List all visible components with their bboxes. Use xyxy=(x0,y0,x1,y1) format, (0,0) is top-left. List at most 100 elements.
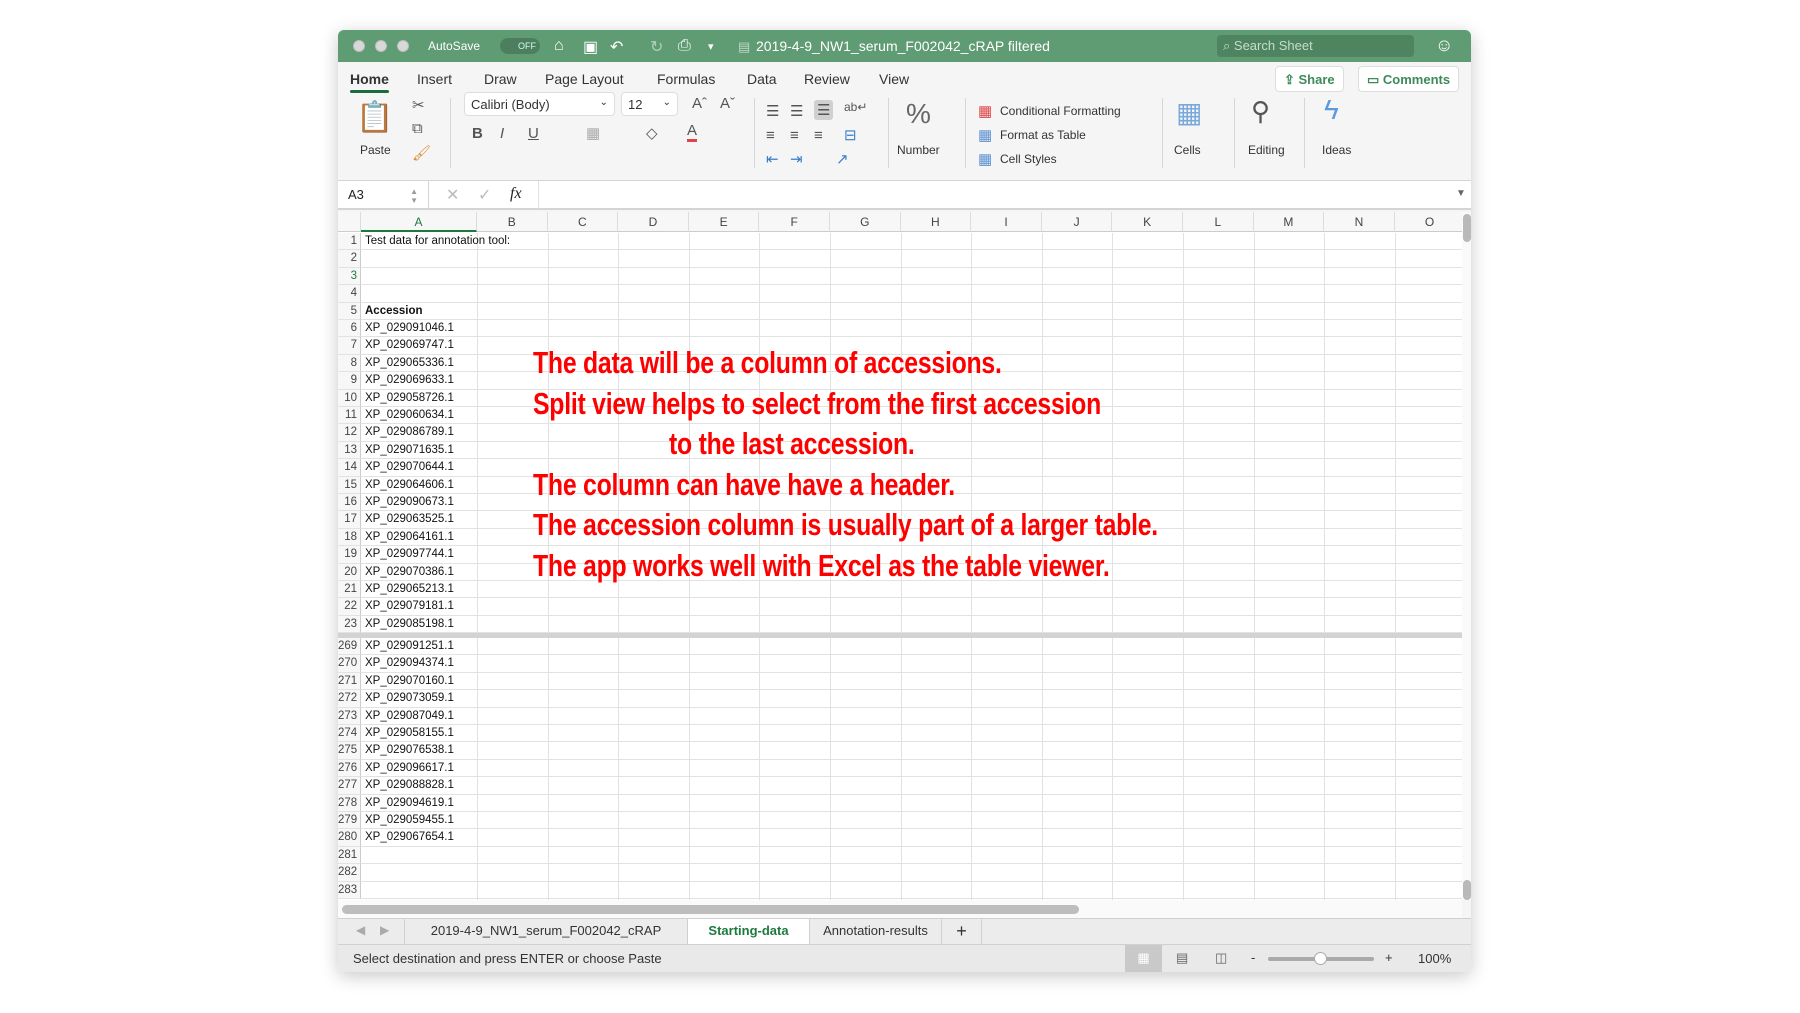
previous-sheet-icon[interactable]: ◀ xyxy=(356,923,365,937)
row-header-14[interactable]: 14 xyxy=(338,459,361,477)
cell-a17[interactable]: XP_029063525.1 xyxy=(365,511,454,528)
cell-styles-icon[interactable]: ▦ xyxy=(978,150,992,168)
row-header-8[interactable]: 8 xyxy=(338,354,361,373)
sheet-tab-original[interactable]: 2019-4-9_NW1_serum_F002042_cRAP xyxy=(404,919,688,945)
cell-a272[interactable]: XP_029073059.1 xyxy=(365,690,454,707)
tab-formulas[interactable]: Formulas xyxy=(657,71,715,87)
tab-page-layout[interactable]: Page Layout xyxy=(545,71,624,87)
column-header-f[interactable]: F xyxy=(759,212,830,232)
print-icon[interactable]: ⎙ xyxy=(678,37,691,55)
cells-icon[interactable]: ▦ xyxy=(1176,96,1202,129)
tab-data[interactable]: Data xyxy=(747,71,777,87)
zoom-in-button[interactable]: + xyxy=(1385,950,1393,965)
cell-a277[interactable]: XP_029088828.1 xyxy=(365,777,454,794)
column-header-m[interactable]: M xyxy=(1253,212,1325,232)
add-sheet-button[interactable]: + xyxy=(942,919,982,945)
share-button[interactable]: ⇪ Share xyxy=(1275,66,1344,92)
column-header-c[interactable]: C xyxy=(547,212,619,232)
cell-a270[interactable]: XP_029094374.1 xyxy=(365,655,454,672)
column-header-j[interactable]: J xyxy=(1041,212,1113,232)
cell-a12[interactable]: XP_029086789.1 xyxy=(365,424,454,441)
scrollbar-thumb-bottom[interactable] xyxy=(1463,880,1471,900)
conditional-formatting-icon[interactable]: ▦ xyxy=(978,102,992,120)
page-layout-view-icon[interactable]: ▤ xyxy=(1176,950,1188,966)
tab-insert[interactable]: Insert xyxy=(417,71,452,87)
worksheet-grid[interactable]: A B C D E F G H I J K L M N O 1 Test data for annotation… xyxy=(338,212,1462,900)
column-header-d[interactable]: D xyxy=(618,212,689,232)
format-as-table-icon[interactable]: ▦ xyxy=(978,126,992,144)
row-header-280[interactable]: 280 xyxy=(338,829,361,847)
cell-a7[interactable]: XP_029069747.1 xyxy=(365,337,454,354)
format-as-table-button[interactable]: Format as Table xyxy=(1000,128,1086,142)
cancel-icon[interactable]: ✕ xyxy=(446,185,459,205)
normal-view-icon[interactable]: ▦ xyxy=(1125,945,1162,972)
cell-a269[interactable]: XP_029091251.1 xyxy=(365,638,454,655)
italic-button[interactable]: I xyxy=(500,125,504,142)
cell-a6[interactable]: XP_029091046.1 xyxy=(365,320,454,337)
cell-a271[interactable]: XP_029070160.1 xyxy=(365,673,454,690)
cut-icon[interactable]: ✂ xyxy=(412,96,425,114)
undo-icon[interactable]: ↶ xyxy=(610,37,623,57)
bold-button[interactable]: B xyxy=(472,125,483,142)
font-name-select[interactable]: Calibri (Body) ⌄ xyxy=(464,92,615,116)
row-header-273[interactable]: 273 xyxy=(338,707,361,725)
cell-a279[interactable]: XP_029059455.1 xyxy=(365,812,454,829)
row-header-269[interactable]: 269 xyxy=(338,638,361,656)
search-sheet-input[interactable]: ⌕ Search Sheet xyxy=(1217,35,1414,57)
close-window-button[interactable] xyxy=(353,40,365,52)
column-header-k[interactable]: K xyxy=(1112,212,1183,232)
smiley-feedback-icon[interactable]: ☺ xyxy=(1435,35,1453,56)
row-header-277[interactable]: 277 xyxy=(338,777,361,795)
row-header-23[interactable]: 23 xyxy=(338,615,361,634)
font-color-icon[interactable]: A xyxy=(687,123,698,142)
column-header-o[interactable]: O xyxy=(1394,212,1462,232)
cell-a23[interactable]: XP_029085198.1 xyxy=(365,616,454,633)
wrap-text-icon[interactable]: ab↵ xyxy=(844,100,867,114)
enter-check-icon[interactable]: ✓ xyxy=(478,185,491,205)
row-header-4[interactable]: 4 xyxy=(338,285,361,303)
cell-a22[interactable]: XP_029079181.1 xyxy=(365,598,454,615)
home-icon[interactable]: ⌂ xyxy=(554,37,564,55)
cell-a9[interactable]: XP_029069633.1 xyxy=(365,372,454,389)
horizontal-scrollbar[interactable] xyxy=(338,900,1462,918)
cell-a8[interactable]: XP_029065336.1 xyxy=(365,355,454,372)
decrease-font-size-icon[interactable]: Aˇ xyxy=(720,95,735,112)
row-header-18[interactable]: 18 xyxy=(338,528,361,547)
row-header-3[interactable]: 3 xyxy=(338,267,361,286)
row-header-272[interactable]: 272 xyxy=(338,690,361,708)
row-header-13[interactable]: 13 xyxy=(338,441,361,460)
borders-icon[interactable]: ▦ xyxy=(586,124,600,142)
formula-input[interactable] xyxy=(538,181,1448,209)
row-header-1[interactable]: 1 xyxy=(338,233,361,251)
cell-a275[interactable]: XP_029076538.1 xyxy=(365,742,454,759)
row-header-6[interactable]: 6 xyxy=(338,320,361,338)
cell-a19[interactable]: XP_029097744.1 xyxy=(365,546,454,563)
cell-a1[interactable]: Test data for annotation tool: xyxy=(365,233,510,250)
merge-center-icon[interactable]: ⊟ xyxy=(844,126,857,144)
row-header-10[interactable]: 10 xyxy=(338,389,361,407)
row-header-20[interactable]: 20 xyxy=(338,563,361,581)
cell-a10[interactable]: XP_029058726.1 xyxy=(365,390,454,407)
align-middle-icon[interactable]: ☰ xyxy=(790,102,803,120)
row-header-276[interactable]: 276 xyxy=(338,759,361,778)
tab-review[interactable]: Review xyxy=(804,71,850,87)
tab-draw[interactable]: Draw xyxy=(484,71,517,87)
sheet-tab-annotation-results[interactable]: Annotation-results xyxy=(810,919,942,945)
row-header-19[interactable]: 19 xyxy=(338,546,361,564)
comments-button[interactable]: ▭ Comments xyxy=(1358,66,1460,92)
find-magnifier-icon[interactable]: ⚲ xyxy=(1251,96,1270,127)
fill-color-icon[interactable]: ◇ xyxy=(646,124,658,142)
row-header-270[interactable]: 270 xyxy=(338,655,361,673)
zoom-out-button[interactable]: - xyxy=(1251,950,1255,965)
increase-indent-icon[interactable]: ⇥ xyxy=(790,150,803,168)
column-header-i[interactable]: I xyxy=(971,212,1042,232)
align-bottom-icon[interactable]: ☰ xyxy=(814,100,834,120)
cell-a21[interactable]: XP_029065213.1 xyxy=(365,581,454,598)
page-break-view-icon[interactable]: ◫ xyxy=(1215,950,1227,966)
cell-a20[interactable]: XP_029070386.1 xyxy=(365,564,454,581)
minimize-window-button[interactable] xyxy=(375,40,387,52)
cell-a278[interactable]: XP_029094619.1 xyxy=(365,795,454,812)
cell-styles-button[interactable]: Cell Styles xyxy=(1000,152,1057,166)
customize-toolbar-icon[interactable]: ▾ xyxy=(708,40,714,53)
row-header-283[interactable]: 283 xyxy=(338,881,361,899)
